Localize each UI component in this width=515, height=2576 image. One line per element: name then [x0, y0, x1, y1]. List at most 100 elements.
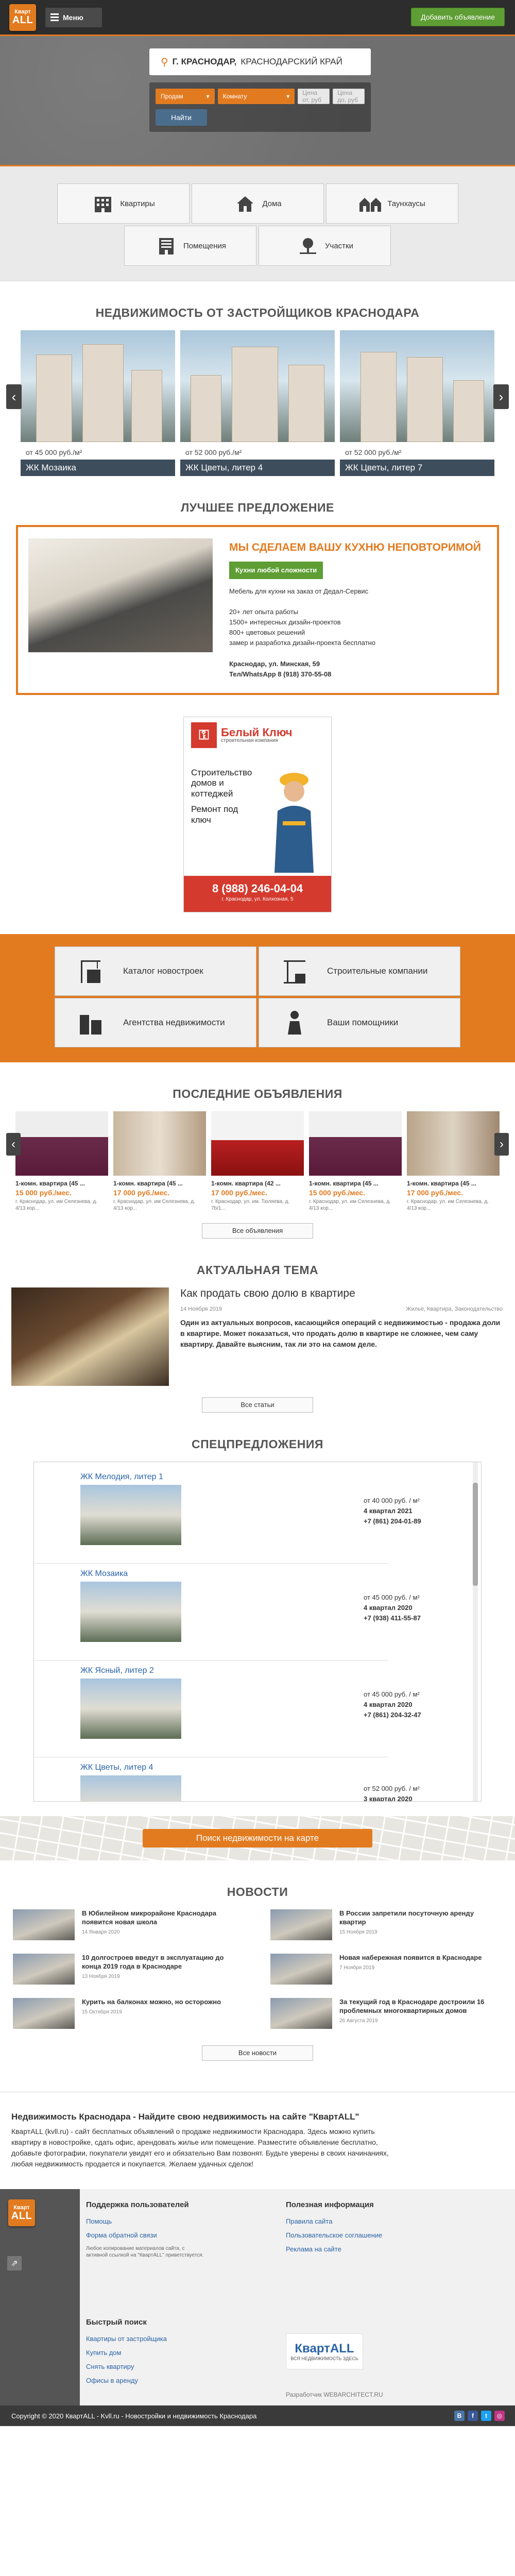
- news-grid: В Юбилейном микрорайоне Краснодара появи…: [0, 1909, 515, 2029]
- topic-article[interactable]: Как продать свою долю в квартире 14 Нояб…: [0, 1287, 515, 1386]
- price-from-input[interactable]: Цена от, руб: [298, 89, 330, 104]
- listing-photo: [113, 1111, 206, 1176]
- kitchen-photo: [28, 538, 213, 652]
- kvartall-badge[interactable]: КвартALL ВСЯ НЕДВИЖИМОСТЬ ЗДЕСЬ: [286, 2333, 363, 2369]
- footer-link[interactable]: Купить дом: [86, 2349, 241, 2357]
- article-heading[interactable]: Как продать свою долю в квартире: [180, 1287, 503, 1300]
- developer-card[interactable]: от 52 000 руб./м² ЖК Цветы, литер 4: [180, 330, 335, 476]
- news-headline[interactable]: 10 долгостроев введут в эксплуатацию до …: [82, 1954, 245, 1971]
- share-icon[interactable]: ⇗: [7, 2256, 22, 2270]
- instagram-icon[interactable]: ◎: [494, 2411, 505, 2421]
- all-articles-button[interactable]: Все статьи: [202, 1397, 313, 1413]
- offer-photo: [80, 1582, 181, 1642]
- quick-link-catalog[interactable]: Каталог новостроек: [55, 946, 256, 996]
- news-title: НОВОСТИ: [227, 1885, 288, 1899]
- best-offer-box[interactable]: МЫ СДЕЛАЕМ ВАШУ КУХНЮ НЕПОВТОРИМОЙ Кухни…: [16, 525, 499, 695]
- listing-card[interactable]: 1-комн. квартира (42 ... 17 000 руб./мес…: [211, 1111, 304, 1212]
- topic-title: АКТУАЛЬНАЯ ТЕМА: [196, 1263, 319, 1277]
- news-item[interactable]: Новая набережная появится в Краснодаре 7 …: [270, 1954, 502, 1985]
- news-item[interactable]: Курить на балконах можно, но осторожно 15…: [13, 1998, 245, 2029]
- category-townhouses[interactable]: Таунхаусы: [325, 183, 458, 224]
- best-offer-line: 1500+ интересных дизайн-проектов: [229, 618, 341, 626]
- news-item[interactable]: За текущий год в Краснодаре достроили 16…: [270, 1998, 502, 2029]
- news-photo: [13, 1954, 75, 1985]
- listing-price: 17 000 руб./мес.: [211, 1189, 267, 1197]
- category-houses[interactable]: Дома: [191, 183, 324, 224]
- listing-address: г. Краснодар, ул. им Селезнева, д. 4/13 …: [113, 1199, 195, 1211]
- listing-card[interactable]: 1-комн. квартира (45 ... 15 000 руб./мес…: [15, 1111, 108, 1212]
- all-news-button[interactable]: Все новости: [202, 2045, 313, 2061]
- news-headline[interactable]: В Юбилейном микрорайоне Краснодара появи…: [82, 1909, 245, 1927]
- footer-link[interactable]: Снять квартиру: [86, 2363, 241, 2370]
- developer-card[interactable]: от 45 000 руб./м² ЖК Мозаика: [21, 330, 175, 476]
- footer-link[interactable]: Форма обратной связи: [86, 2231, 241, 2239]
- ad-banner-beliy-klyuch[interactable]: ⚿ Белый Ключ строительная компания Строит…: [183, 717, 332, 912]
- site-logo[interactable]: Кварт ALL: [9, 4, 36, 31]
- listing-price: 15 000 руб./мес.: [15, 1189, 72, 1197]
- map-search-button[interactable]: Поиск недвижимости на карте: [143, 1829, 372, 1848]
- location-city: Г. КРАСНОДАР,: [172, 57, 237, 66]
- offer-phone: +7 (861) 204-01-89: [364, 1517, 421, 1526]
- offer-name[interactable]: ЖК Мозаика: [80, 1569, 456, 1579]
- special-offer-item[interactable]: ЖК Ясный, литер 2 от 45 000 руб. / м² 4 к…: [80, 1666, 456, 1739]
- facebook-icon[interactable]: f: [468, 2411, 478, 2421]
- developer-credit[interactable]: Разработчик WEBARCHITECT.RU: [286, 2391, 383, 2398]
- category-plots[interactable]: Участки: [259, 226, 391, 266]
- offer-name[interactable]: ЖК Мелодия, литер 1: [80, 1472, 456, 1482]
- news-headline[interactable]: За текущий год в Краснодаре достроили 16…: [339, 1998, 502, 2015]
- quick-link-agencies[interactable]: Агентства недвижимости: [55, 998, 256, 1047]
- news-item[interactable]: В Юбилейном микрорайоне Краснодара появи…: [13, 1909, 245, 1940]
- about-text: КвартALL (kvll.ru) - сайт бесплатных объ…: [11, 2127, 389, 2168]
- footer-link[interactable]: Квартиры от застройщика: [86, 2335, 241, 2343]
- hamburger-icon: [50, 13, 59, 21]
- footer-link[interactable]: Реклама на сайте: [286, 2245, 440, 2253]
- listing-card[interactable]: 1-комн. квартира (45 ... 17 000 руб./мес…: [113, 1111, 206, 1212]
- footer-logo[interactable]: Кварт ALL: [8, 2199, 35, 2226]
- all-ads-button[interactable]: Все объявления: [202, 1223, 313, 1239]
- news-item[interactable]: В России запретили посуточную аренду ква…: [270, 1909, 502, 1940]
- vk-icon[interactable]: B: [454, 2411, 465, 2421]
- news-photo: [13, 1909, 75, 1940]
- category-label: Квартиры: [120, 199, 155, 208]
- category-apartments[interactable]: Квартиры: [57, 183, 190, 224]
- carousel-prev-arrow-icon[interactable]: ‹: [6, 384, 22, 409]
- news-date: 26 Августа 2019: [339, 2018, 378, 2024]
- news-item[interactable]: 10 долгостроев введут в эксплуатацию до …: [13, 1954, 245, 1985]
- location-selector[interactable]: ⚲ Г. КРАСНОДАР, КРАСНОДАРСКИЙ КРАЙ: [149, 48, 371, 75]
- property-type-select[interactable]: Комнату ▾: [217, 89, 295, 104]
- deal-type-select[interactable]: Продам ▾: [156, 89, 215, 104]
- news-photo: [270, 1954, 332, 1985]
- news-headline[interactable]: Курить на балконах можно, но осторожно: [82, 1998, 221, 2007]
- quick-link-helpers[interactable]: Ваши помощники: [259, 998, 460, 1047]
- carousel-prev-arrow-icon[interactable]: ‹: [6, 1133, 21, 1156]
- find-button[interactable]: Найти: [156, 109, 207, 126]
- footer-link[interactable]: Правила сайта: [286, 2217, 440, 2225]
- news-headline[interactable]: В России запретили посуточную аренду ква…: [339, 1909, 502, 1927]
- menu-button[interactable]: Меню: [45, 7, 102, 27]
- footer-link[interactable]: Пользовательское соглашение: [286, 2231, 440, 2239]
- twitter-icon[interactable]: t: [481, 2411, 491, 2421]
- news-headline[interactable]: Новая набережная появится в Краснодаре: [339, 1954, 482, 1962]
- special-offer-item[interactable]: ЖК Мозаика от 45 000 руб. / м² 4 квартал …: [80, 1569, 456, 1642]
- add-listing-button[interactable]: Добавить объявление: [411, 8, 505, 26]
- category-commercial[interactable]: Помещения: [124, 226, 256, 266]
- quick-link-companies[interactable]: Строительные компании: [259, 946, 460, 996]
- offer-name[interactable]: ЖК Ясный, литер 2: [80, 1666, 456, 1675]
- kitchens-button[interactable]: Кухни любой сложности: [229, 561, 323, 579]
- offer-name[interactable]: ЖК Цветы, литер 4: [80, 1763, 456, 1772]
- carousel-next-arrow-icon[interactable]: ›: [493, 384, 509, 409]
- special-offer-item[interactable]: ЖК Цветы, литер 4 от 52 000 руб. / м² 3 к…: [80, 1763, 456, 1801]
- carousel-next-arrow-icon[interactable]: ›: [494, 1133, 509, 1156]
- news-date: 15 Октября 2019: [82, 2009, 122, 2015]
- special-scrollbar[interactable]: [473, 1462, 478, 1801]
- price-to-input[interactable]: Цена до, руб: [333, 89, 365, 104]
- footer-content: Поддержка пользователей Помощь Форма обр…: [80, 2189, 515, 2426]
- listing-card[interactable]: 1-комн. квартира (45 ... 17 000 руб./мес…: [407, 1111, 500, 1212]
- listing-card[interactable]: 1-комн. квартира (45 ... 15 000 руб./мес…: [309, 1111, 402, 1212]
- special-offer-item[interactable]: ЖК Мелодия, литер 1 от 40 000 руб. / м² 4…: [80, 1472, 456, 1545]
- banner-text: Ремонт под ключ: [191, 804, 238, 825]
- developer-card[interactable]: от 52 000 руб./м² ЖК Цветы, литер 7: [340, 330, 494, 476]
- footer-link[interactable]: Офисы в аренду: [86, 2377, 241, 2384]
- news-date: 7 Ноября 2019: [339, 1964, 375, 1971]
- footer-link[interactable]: Помощь: [86, 2217, 241, 2225]
